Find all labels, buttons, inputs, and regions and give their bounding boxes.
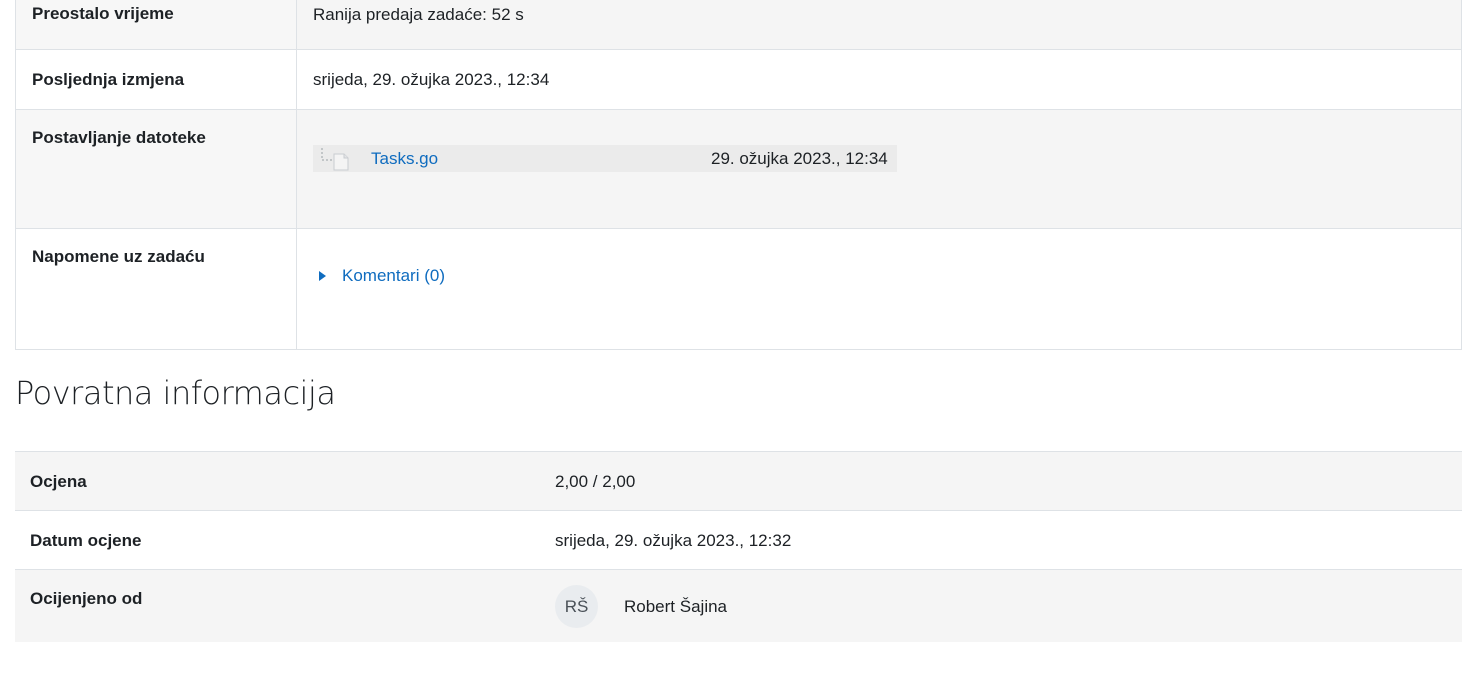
row-label: Postavljanje datoteke <box>15 109 297 229</box>
file-submissions-value: Tasks.go 29. ožujka 2023., 12:34 <box>296 109 1462 229</box>
file-date: 29. ožujka 2023., 12:34 <box>711 149 888 168</box>
feedback-table: Ocjena 2,00 / 2,00 Datum ocjene srijeda,… <box>15 451 1462 642</box>
row-grade: Ocjena 2,00 / 2,00 <box>15 451 1462 511</box>
file-item: Tasks.go 29. ožujka 2023., 12:34 <box>313 145 897 172</box>
row-graded-by: Ocijenjeno od RŠ Robert Šajina <box>15 569 1462 642</box>
row-time-remaining: Preostalo vrijeme Ranija predaja zadaće:… <box>15 0 1462 50</box>
graded-on-value: srijeda, 29. ožujka 2023., 12:32 <box>540 510 1462 570</box>
submission-comments-value: Komentari (0) <box>296 228 1462 350</box>
row-label: Napomene uz zadaću <box>15 228 297 350</box>
file-icon <box>313 145 349 172</box>
row-last-modified: Posljednja izmjena srijeda, 29. ožujka 2… <box>15 49 1462 110</box>
row-graded-on: Datum ocjene srijeda, 29. ožujka 2023., … <box>15 510 1462 570</box>
time-remaining-value: Ranija predaja zadaće: 52 s <box>296 0 1462 50</box>
row-label: Preostalo vrijeme <box>15 0 297 50</box>
caret-right-icon[interactable] <box>319 271 326 281</box>
row-file-submissions: Postavljanje datoteke Tasks.go 29. ožujk… <box>15 109 1462 229</box>
grader: RŠ Robert Šajina <box>555 585 1462 628</box>
graded-by-value: RŠ Robert Šajina <box>540 569 1462 642</box>
row-label: Posljednja izmjena <box>15 49 297 110</box>
feedback-heading: Povratna informacija <box>15 374 336 412</box>
submission-status-table: Preostalo vrijeme Ranija predaja zadaće:… <box>15 0 1462 350</box>
row-label: Ocjena <box>15 451 540 511</box>
comments-link[interactable]: Komentari (0) <box>342 266 445 286</box>
grade-value: 2,00 / 2,00 <box>540 451 1462 511</box>
row-label: Datum ocjene <box>15 510 540 570</box>
comments-toggle[interactable]: Komentari (0) <box>313 266 1461 286</box>
row-label: Ocijenjeno od <box>15 569 540 642</box>
grader-name: Robert Šajina <box>624 596 728 616</box>
row-submission-comments: Napomene uz zadaću Komentari (0) <box>15 228 1462 350</box>
file-link[interactable]: Tasks.go <box>371 149 438 169</box>
avatar: RŠ <box>555 585 598 628</box>
last-modified-value: srijeda, 29. ožujka 2023., 12:34 <box>296 49 1462 110</box>
